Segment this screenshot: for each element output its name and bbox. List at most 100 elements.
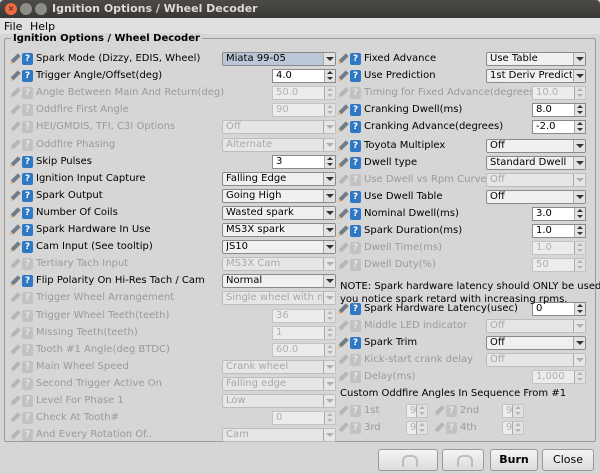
spinner-arrows-icon[interactable]	[324, 87, 335, 100]
menu-help[interactable]: Help	[30, 20, 55, 33]
chevron-down-icon[interactable]	[323, 377, 335, 390]
help-icon[interactable]: ?	[22, 241, 33, 254]
burn-button[interactable]: Burn	[490, 449, 538, 471]
help-icon[interactable]: ?	[22, 70, 33, 83]
chevron-down-icon[interactable]	[573, 190, 585, 203]
chevron-down-icon[interactable]	[323, 121, 335, 134]
help-icon[interactable]: ?	[350, 104, 361, 117]
setting-dropdown[interactable]: Off	[486, 138, 586, 153]
chevron-down-icon[interactable]	[323, 138, 335, 151]
chevron-down-icon[interactable]	[573, 320, 585, 332]
help-icon[interactable]: ?	[22, 377, 33, 390]
help-icon[interactable]: ?	[446, 405, 457, 417]
close-window-icon[interactable]: ×	[5, 3, 17, 15]
spinner-arrows-icon[interactable]	[324, 155, 335, 168]
help-icon[interactable]: ?	[350, 121, 361, 134]
help-icon[interactable]: ?	[22, 104, 33, 117]
help-icon[interactable]: ?	[350, 225, 361, 237]
help-icon[interactable]: ?	[22, 53, 33, 65]
chevron-down-icon[interactable]	[323, 189, 335, 202]
setting-dropdown[interactable]: Miata 99-05	[222, 52, 336, 66]
spinner-arrows-icon[interactable]	[574, 259, 585, 272]
chevron-down-icon[interactable]	[323, 172, 335, 185]
help-icon[interactable]: ?	[22, 172, 33, 185]
help-icon[interactable]: ?	[22, 395, 33, 407]
help-icon[interactable]: ?	[350, 53, 361, 65]
chevron-down-icon[interactable]	[323, 275, 335, 288]
help-icon[interactable]: ?	[350, 139, 361, 152]
help-icon[interactable]: ?	[350, 70, 361, 83]
setting-dropdown[interactable]: Off	[486, 189, 586, 204]
chevron-down-icon[interactable]	[323, 292, 335, 305]
setting-spinner[interactable]: 1.0	[532, 224, 586, 238]
close-button[interactable]: Close	[542, 449, 594, 471]
help-icon[interactable]: ?	[350, 422, 361, 434]
help-icon[interactable]: ?	[350, 337, 361, 349]
help-icon[interactable]: ?	[22, 189, 33, 202]
spinner-arrows-icon[interactable]	[512, 405, 523, 417]
setting-dropdown[interactable]: MS3X spark	[222, 223, 336, 237]
help-icon[interactable]: ?	[350, 320, 361, 332]
undo-button[interactable]	[378, 449, 438, 471]
help-icon[interactable]: ?	[350, 207, 361, 220]
setting-spinner[interactable]: 3.0	[532, 206, 586, 221]
setting-spinner[interactable]: 3	[272, 154, 336, 169]
chevron-down-icon[interactable]	[323, 395, 335, 407]
help-icon[interactable]: ?	[22, 87, 33, 100]
chevron-down-icon[interactable]	[323, 206, 335, 219]
chevron-down-icon[interactable]	[573, 70, 585, 83]
help-icon[interactable]: ?	[22, 155, 33, 168]
help-icon[interactable]: ?	[22, 360, 33, 373]
help-icon[interactable]: ?	[22, 206, 33, 219]
menu-file[interactable]: File	[4, 20, 22, 33]
spinner-arrows-icon[interactable]	[324, 412, 335, 425]
help-icon[interactable]: ?	[22, 429, 33, 442]
help-icon[interactable]: ?	[22, 326, 33, 339]
spinner-arrows-icon[interactable]	[574, 242, 585, 255]
chevron-down-icon[interactable]	[323, 241, 335, 254]
chevron-down-icon[interactable]	[323, 224, 335, 236]
spinner-arrows-icon[interactable]	[574, 121, 585, 134]
chevron-down-icon[interactable]	[573, 173, 585, 186]
setting-dropdown[interactable]: 1st Deriv Prediction	[486, 69, 586, 84]
chevron-down-icon[interactable]	[573, 354, 585, 366]
chevron-down-icon[interactable]	[573, 156, 585, 169]
chevron-down-icon[interactable]	[323, 53, 335, 65]
help-icon[interactable]: ?	[350, 87, 361, 100]
help-icon[interactable]: ?	[22, 343, 33, 356]
help-icon[interactable]: ?	[350, 371, 361, 383]
spinner-arrows-icon[interactable]	[324, 104, 335, 117]
setting-dropdown[interactable]: Use Table	[486, 52, 586, 66]
setting-dropdown[interactable]: Going High	[222, 188, 336, 203]
maximize-window-icon[interactable]	[35, 3, 47, 15]
help-icon[interactable]: ?	[22, 258, 33, 271]
spinner-arrows-icon[interactable]	[416, 405, 427, 417]
help-icon[interactable]: ?	[22, 121, 33, 134]
setting-spinner[interactable]: 4.0	[272, 69, 336, 84]
setting-dropdown[interactable]: JS10	[222, 240, 336, 255]
minimize-window-icon[interactable]	[20, 3, 32, 15]
chevron-down-icon[interactable]	[323, 429, 335, 442]
spinner-arrows-icon[interactable]	[574, 207, 585, 220]
help-icon[interactable]: ?	[350, 405, 361, 417]
spinner-arrows-icon[interactable]	[512, 422, 523, 434]
help-icon[interactable]: ?	[350, 259, 361, 272]
setting-dropdown[interactable]: Falling Edge	[222, 171, 336, 186]
spinner-arrows-icon[interactable]	[324, 309, 335, 322]
help-icon[interactable]: ?	[350, 190, 361, 203]
help-icon[interactable]: ?	[350, 242, 361, 255]
spinner-arrows-icon[interactable]	[416, 422, 427, 434]
help-icon[interactable]: ?	[350, 156, 361, 169]
help-icon[interactable]: ?	[22, 138, 33, 151]
help-icon[interactable]: ?	[22, 292, 33, 305]
chevron-down-icon[interactable]	[323, 360, 335, 373]
setting-dropdown[interactable]: Standard Dwell	[486, 155, 586, 170]
spinner-arrows-icon[interactable]	[574, 87, 585, 100]
help-icon[interactable]: ?	[22, 309, 33, 322]
spinner-arrows-icon[interactable]	[574, 371, 585, 383]
help-icon[interactable]: ?	[22, 412, 33, 425]
redo-button[interactable]	[442, 449, 484, 471]
setting-dropdown[interactable]: Off	[486, 336, 586, 350]
help-icon[interactable]: ?	[446, 422, 457, 434]
help-icon[interactable]: ?	[22, 224, 33, 236]
